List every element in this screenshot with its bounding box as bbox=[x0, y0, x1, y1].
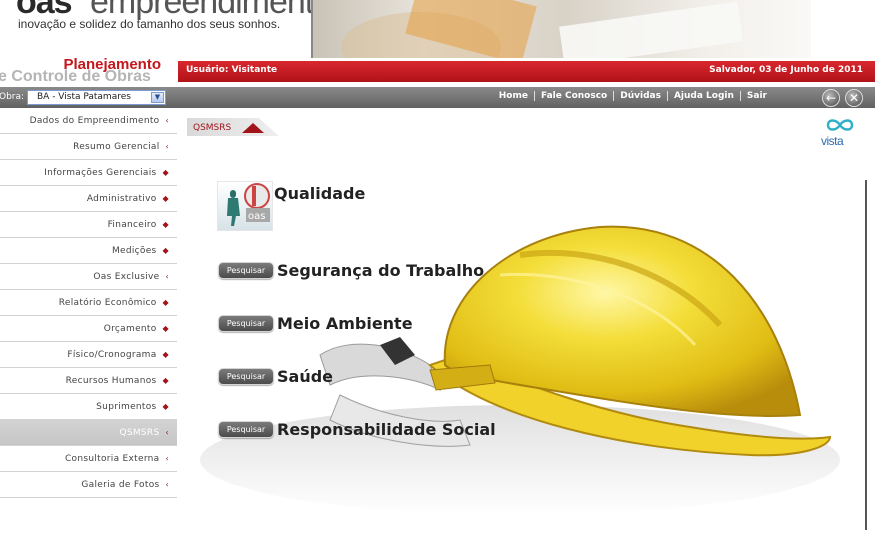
diamond-icon: ◆ bbox=[162, 246, 169, 255]
sidebar-item-suprimentos[interactable]: Suprimentos ◆ bbox=[0, 394, 177, 420]
sidebar-item-medicoes[interactable]: Medições ◆ bbox=[0, 238, 177, 264]
nav-link-duvidas[interactable]: Dúvidas bbox=[613, 91, 667, 101]
header-banner-image bbox=[311, 0, 875, 58]
top-nav: Home Fale Conosco Dúvidas Ajuda Login Sa… bbox=[493, 91, 773, 101]
chevron-left-icon: ‹ bbox=[165, 428, 169, 437]
diamond-icon: ◆ bbox=[162, 168, 169, 177]
sidebar-item-consultoria-externa[interactable]: Consultoria Externa ‹ bbox=[0, 446, 177, 472]
pesquisar-button-responsabilidade-social[interactable]: Pesquisar bbox=[218, 421, 274, 438]
sidebar-item-orcamento[interactable]: Orçamento ◆ bbox=[0, 316, 177, 342]
sidebar-item-financeiro[interactable]: Financeiro ◆ bbox=[0, 212, 177, 238]
user-label: Usuário: Visitante bbox=[186, 65, 278, 75]
svg-text:oas: oas bbox=[248, 211, 265, 222]
nav-link-fale-conosco[interactable]: Fale Conosco bbox=[533, 91, 613, 101]
sidebar-item-resumo-gerencial[interactable]: Resumo Gerencial ‹ bbox=[0, 134, 177, 160]
qualidade-link[interactable]: Qualidade bbox=[274, 184, 365, 203]
nav-link-sair[interactable]: Sair bbox=[739, 91, 773, 101]
obra-select[interactable]: BA - Vista Patamares ▼ bbox=[27, 90, 166, 105]
chevron-left-icon: ‹ bbox=[165, 142, 169, 151]
sidebar-item-qsmsrs[interactable]: QSMSRS ‹ bbox=[0, 420, 177, 446]
site-header: oas empreendimentos inovação e solidez d… bbox=[0, 0, 875, 60]
pesquisar-button-seguranca[interactable]: Pesquisar bbox=[218, 262, 274, 279]
brand-tagline: inovação e solidez do tamanho dos seus s… bbox=[18, 17, 281, 31]
sidebar-menu: Dados do Empreendimento ‹ Resumo Gerencia… bbox=[0, 108, 177, 498]
diamond-icon: ◆ bbox=[162, 402, 169, 411]
sidebar-item-oas-exclusive[interactable]: Oas Exclusive ‹ bbox=[0, 264, 177, 290]
date-label: Salvador, 03 de Junho de 2011 bbox=[709, 65, 863, 75]
meio-ambiente-label: Meio Ambiente bbox=[277, 314, 413, 333]
nav-link-home[interactable]: Home bbox=[493, 91, 534, 101]
chevron-left-icon: ‹ bbox=[165, 454, 169, 463]
saude-label: Saúde bbox=[277, 367, 334, 386]
sidebar-item-fisico-cronograma[interactable]: Físico/Cronograma ◆ bbox=[0, 342, 177, 368]
sidebar-item-administrativo[interactable]: Administrativo ◆ bbox=[0, 186, 177, 212]
content-divider bbox=[865, 180, 867, 530]
diamond-icon: ◆ bbox=[162, 298, 169, 307]
sidebar-item-informacoes-gerenciais[interactable]: Informações Gerenciais ◆ bbox=[0, 160, 177, 186]
sidebar-item-relatorio-economico[interactable]: Relatório Econômico ◆ bbox=[0, 290, 177, 316]
sidebar-item-recursos-humanos[interactable]: Recursos Humanos ◆ bbox=[0, 368, 177, 394]
seguranca-do-trabalho-label: Segurança do Trabalho bbox=[277, 261, 485, 280]
system-subtitle: e Controle de Obras bbox=[0, 68, 151, 85]
pesquisar-button-saude[interactable]: Pesquisar bbox=[218, 368, 274, 385]
diamond-icon: ◆ bbox=[162, 376, 169, 385]
back-arrow-icon[interactable]: ← bbox=[822, 89, 840, 107]
responsabilidade-social-label: Responsabilidade Social bbox=[277, 420, 496, 439]
close-icon[interactable]: ✕ bbox=[845, 89, 863, 107]
diamond-icon: ◆ bbox=[162, 324, 169, 333]
diamond-icon: ◆ bbox=[162, 194, 169, 203]
pesquisar-button-meio-ambiente[interactable]: Pesquisar bbox=[218, 315, 274, 332]
chevron-down-icon[interactable]: ▼ bbox=[151, 92, 164, 103]
chevron-left-icon: ‹ bbox=[165, 116, 169, 125]
nav-link-ajuda-login[interactable]: Ajuda Login bbox=[666, 91, 740, 101]
sidebar-item-galeria-de-fotos[interactable]: Galeria de Fotos ‹ bbox=[0, 472, 177, 498]
obra-label: Obra: bbox=[0, 92, 25, 102]
breadcrumb: QSMSRS bbox=[193, 123, 232, 133]
sidebar-item-dados-do-empreendimento[interactable]: Dados do Empreendimento ‹ bbox=[0, 108, 177, 134]
chevron-left-icon: ‹ bbox=[165, 480, 169, 489]
qualidade-icon[interactable]: oas bbox=[217, 181, 273, 231]
triangle-up-icon bbox=[242, 123, 264, 133]
obra-selected-value: BA - Vista Patamares bbox=[37, 92, 131, 102]
chevron-left-icon: ‹ bbox=[165, 272, 169, 281]
diamond-icon: ◆ bbox=[162, 220, 169, 229]
diamond-icon: ◆ bbox=[162, 350, 169, 359]
partner-logo-text: vista bbox=[821, 134, 844, 148]
